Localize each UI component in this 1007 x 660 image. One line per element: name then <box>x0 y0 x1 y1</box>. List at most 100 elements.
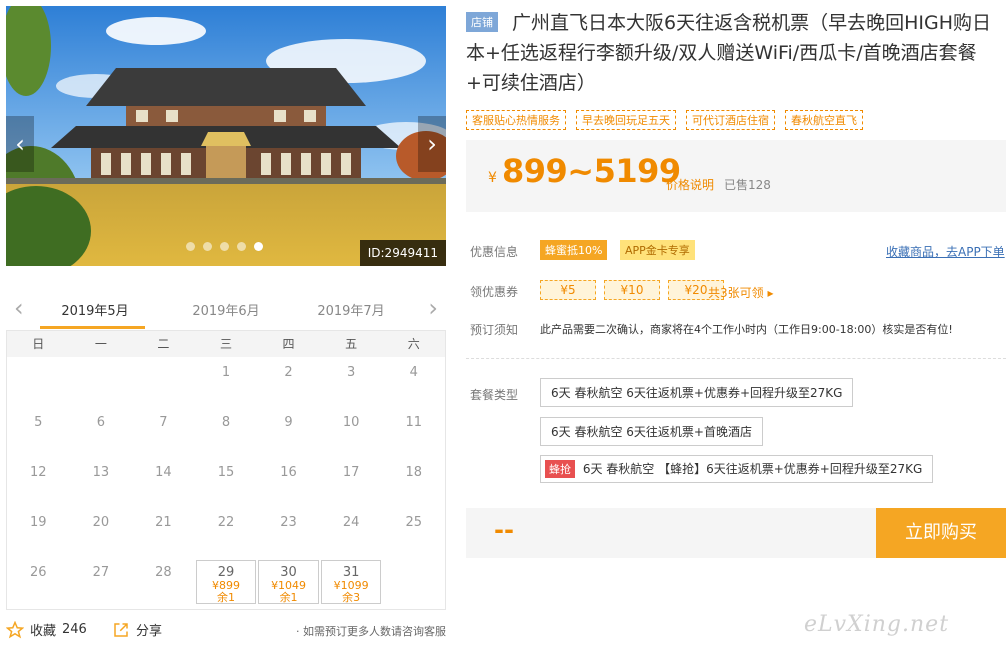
temple-photo <box>6 6 446 266</box>
weekday-label: 二 <box>157 337 170 351</box>
gallery-dot[interactable] <box>237 242 246 251</box>
month-tab-may[interactable]: 2019年5月 <box>40 300 150 319</box>
weekday-label: 六 <box>407 337 420 351</box>
package-option-3[interactable]: 蜂抢 6天 春秋航空 【蜂抢】6天往返机票+优惠券+回程升级至27KG <box>540 455 934 483</box>
coupon-label: 领优惠券 <box>470 285 519 299</box>
price-range: 899~5199 <box>502 152 681 190</box>
shop-tag: 店铺 <box>466 12 498 32</box>
day-number: 13 <box>92 465 110 480</box>
calendar-day: 11 <box>382 407 445 457</box>
calendar-day: 24 <box>320 507 383 557</box>
weekday-label: 三 <box>219 337 232 351</box>
honey-discount-badge: 蜂蜜抵10% <box>540 240 608 260</box>
promo-label: 优惠信息 <box>470 245 519 259</box>
month-tab-june[interactable]: 2019年6月 <box>171 300 281 319</box>
price-explain-link[interactable]: 价格说明 <box>666 176 714 193</box>
day-number: 3 <box>346 365 356 380</box>
calendar-day[interactable]: 29 ¥899 余1 <box>195 560 257 604</box>
calendar-day: 18 <box>382 457 445 507</box>
day-stock: 余3 <box>342 591 361 604</box>
package-option-1[interactable]: 6天 春秋航空 6天往返机票+优惠券+回程升级至27KG <box>540 378 854 407</box>
share-button[interactable]: 分享 <box>112 620 162 639</box>
favorite-app-link[interactable]: 收藏商品，去APP下单 <box>886 243 1005 260</box>
group-booking-note: · 如需预订更多人数请咨询客服 <box>296 625 446 638</box>
day-number: 29 <box>217 565 235 580</box>
day-number: 10 <box>342 415 360 430</box>
feature-tag: 早去晚回玩足五天 <box>576 110 676 130</box>
feature-tag: 可代订酒店住宿 <box>686 110 775 130</box>
day-number: 18 <box>405 465 422 480</box>
calendar-days: 1 2 3 4 5 6 7 8 9 10 11 12 13 14 15 16 17 18 19 20 21 22 23 24 2… <box>7 357 445 607</box>
watermark: eLvXing.net <box>804 612 950 637</box>
day-number: 20 <box>92 515 110 530</box>
favorite-label: 收藏 <box>30 624 57 639</box>
day-number: 14 <box>155 465 172 480</box>
weekday-label: 四 <box>282 337 295 351</box>
gallery-dot[interactable] <box>186 242 195 251</box>
day-number: 21 <box>155 515 172 530</box>
day-number: 4 <box>409 365 418 380</box>
calendar-day: 1 <box>195 357 258 407</box>
weekday-label: 五 <box>345 337 358 351</box>
calendar-day: 15 <box>195 457 258 507</box>
product-title: 广州直飞日本大阪6天往返含税机票（早去晚回HIGH购日本+任选返程行李额升级/双… <box>466 12 991 94</box>
coupon-ticket[interactable]: ¥5 <box>540 280 596 300</box>
calendar-day: 8 <box>195 407 258 457</box>
buy-now-button[interactable]: 立即购买 <box>876 508 1006 558</box>
app-gold-badge: APP金卡专享 <box>620 240 695 260</box>
calendar-day: 7 <box>132 407 195 457</box>
calendar-grid: 日一二三四五六 1 2 3 4 5 6 7 8 9 10 11 12 13 14 15 16 17 18 19 20 2… <box>6 330 446 610</box>
calendar-day: 26 <box>7 557 70 607</box>
calendar-day: 13 <box>70 457 133 507</box>
day-number: 16 <box>280 465 297 480</box>
gallery-dot[interactable] <box>220 242 229 251</box>
day-number: 2 <box>284 365 293 380</box>
calendar-day: 10 <box>320 407 383 457</box>
calendar-day[interactable]: 31 ¥1099 余3 <box>320 560 382 604</box>
calendar-day: 12 <box>7 457 70 507</box>
calendar-prev-month-icon[interactable]: ‹ <box>14 296 24 320</box>
calendar-day: 16 <box>257 457 320 507</box>
calendar-blank <box>7 357 70 407</box>
product-gallery[interactable]: ‹ › ID:2949411 <box>6 6 446 266</box>
gallery-dot[interactable] <box>203 242 212 251</box>
gallery-prev-button[interactable]: ‹ <box>6 116 34 172</box>
calendar-day: 17 <box>320 457 383 507</box>
day-number: 17 <box>342 465 360 480</box>
section-divider <box>466 358 1006 359</box>
currency-symbol: ¥ <box>488 170 497 186</box>
calendar-day: 25 <box>382 507 445 557</box>
calendar-day: 28 <box>132 557 195 607</box>
month-tab-july[interactable]: 2019年7月 <box>296 300 406 319</box>
weekday-label: 一 <box>94 337 107 351</box>
package-option-text: 6天 春秋航空 6天往返机票+首晚酒店 <box>551 425 752 439</box>
gallery-dots <box>186 242 263 251</box>
calendar-blank <box>132 357 195 407</box>
calendar-day: 14 <box>132 457 195 507</box>
calendar-day: 2 <box>257 357 320 407</box>
day-number: 30 <box>280 565 297 580</box>
calendar-blank <box>70 357 133 407</box>
calendar-next-month-icon[interactable]: › <box>428 296 438 320</box>
day-number: 15 <box>217 465 235 480</box>
day-number: 6 <box>96 415 105 430</box>
coupon-more-link[interactable]: 共3张可领 ▸ <box>708 284 773 301</box>
action-bar: 收藏 246 分享 · 如需预订更多人数请咨询客服 <box>6 620 446 642</box>
day-number: 1 <box>221 365 231 380</box>
package-option-text: 6天 春秋航空 【蜂抢】6天往返机票+优惠券+回程升级至27KG <box>582 462 923 476</box>
calendar-day: 5 <box>7 407 70 457</box>
package-option-2[interactable]: 6天 春秋航空 6天往返机票+首晚酒店 <box>540 417 763 446</box>
gallery-next-button[interactable]: › <box>418 116 446 172</box>
favorite-button[interactable]: 收藏 246 <box>6 620 87 639</box>
day-number: 27 <box>92 565 110 580</box>
sold-count: 已售128 <box>724 178 771 192</box>
weekday-label: 日 <box>32 337 45 351</box>
notice-label: 预订须知 <box>470 323 519 337</box>
star-icon <box>6 620 24 638</box>
day-number: 12 <box>30 465 47 480</box>
calendar-day: 6 <box>70 407 133 457</box>
calendar-day[interactable]: 30 ¥1049 余1 <box>258 560 319 604</box>
calendar-day: 4 <box>382 357 445 407</box>
gallery-dot[interactable] <box>254 242 263 251</box>
coupon-ticket[interactable]: ¥10 <box>604 280 660 300</box>
